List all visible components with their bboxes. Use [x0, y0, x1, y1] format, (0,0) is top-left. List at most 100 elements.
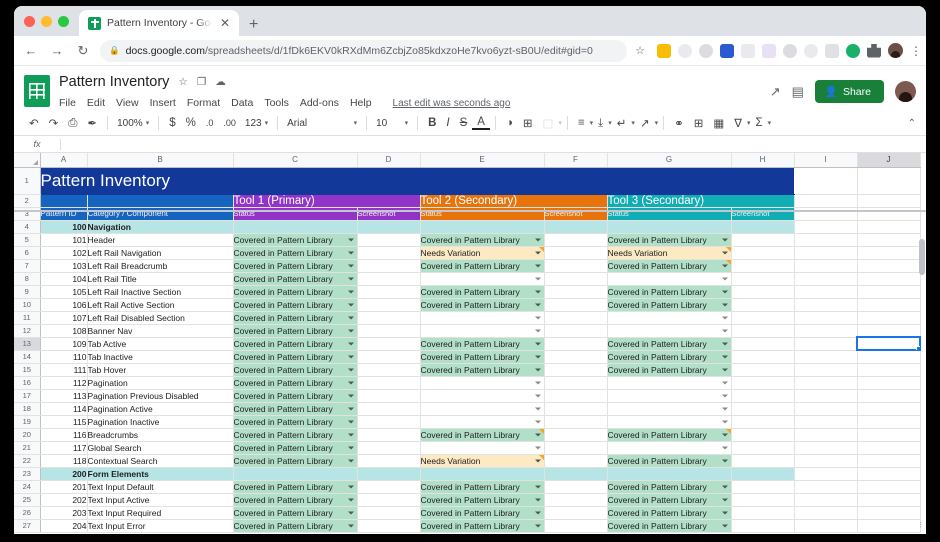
screenshot-cell-H7[interactable]	[731, 259, 795, 273]
screenshot-cell-H22[interactable]	[731, 454, 795, 468]
row-header-13[interactable]: 13	[14, 337, 41, 351]
cell-pattern-id-10[interactable]: 106	[40, 298, 88, 312]
dropdown-arrow-icon[interactable]	[534, 316, 541, 319]
screenshot-cell-D13[interactable]	[357, 337, 421, 351]
print-icon[interactable]: ⎙	[63, 117, 82, 130]
dropdown-arrow-icon[interactable]	[347, 316, 354, 319]
cell-component-name-16[interactable]: Pagination	[87, 376, 234, 390]
screenshot-cell-D19[interactable]	[357, 415, 421, 429]
row-header-1[interactable]: 1	[14, 167, 41, 195]
cell-component-name-6[interactable]: Left Rail Navigation	[87, 246, 234, 260]
cell-j22[interactable]	[857, 454, 921, 468]
cell-component-name-7[interactable]: Left Rail Breadcrumb	[87, 259, 234, 273]
dropdown-arrow-icon[interactable]	[347, 420, 354, 423]
menu-item-insert[interactable]: Insert	[150, 97, 176, 109]
status-cell-G11[interactable]	[607, 311, 732, 325]
dropdown-arrow-icon[interactable]	[721, 381, 728, 384]
status-cell-C10[interactable]: Covered in Pattern Library	[233, 298, 358, 312]
cell-i27[interactable]	[794, 519, 858, 533]
dropdown-arrow-icon[interactable]	[534, 368, 541, 371]
screenshot-cell-H10[interactable]	[731, 298, 795, 312]
screenshot-cell-H11[interactable]	[731, 311, 795, 325]
screenshot-cell-H20[interactable]	[731, 428, 795, 442]
dropdown-arrow-icon[interactable]	[721, 498, 728, 501]
status-cell-E8[interactable]	[420, 272, 545, 286]
screenshot-cell-D25[interactable]	[357, 493, 421, 507]
cell-i11[interactable]	[794, 311, 858, 325]
screenshot-cell-H24[interactable]	[731, 480, 795, 494]
cell-j3[interactable]	[857, 207, 921, 221]
cell-i16[interactable]	[794, 376, 858, 390]
screenshot-cell-D7[interactable]	[357, 259, 421, 273]
dropdown-arrow-icon[interactable]	[534, 459, 541, 462]
collapse-toolbar-icon[interactable]: ⌃	[908, 118, 916, 129]
dropdown-arrow-icon[interactable]	[347, 524, 354, 527]
status-cell-G26[interactable]: Covered in Pattern Library	[607, 506, 732, 520]
cell-component-name-21[interactable]: Global Search	[87, 441, 234, 455]
more-formats-selector[interactable]: 123 ▾	[241, 118, 272, 129]
cell-pattern-id-21[interactable]: 117	[40, 441, 88, 455]
dropdown-arrow-icon[interactable]	[534, 511, 541, 514]
status-cell-G17[interactable]	[607, 389, 732, 403]
row-header-11[interactable]: 11	[14, 311, 41, 325]
status-cell-C19[interactable]: Covered in Pattern Library	[233, 415, 358, 429]
cell-j16[interactable]	[857, 376, 921, 390]
cell-i10[interactable]	[794, 298, 858, 312]
cell-pattern-id-5[interactable]: 101	[40, 233, 88, 247]
status-cell-G12[interactable]	[607, 324, 732, 338]
cell-j11[interactable]	[857, 311, 921, 325]
cell-i5[interactable]	[794, 233, 858, 247]
column-header-h[interactable]: H	[731, 153, 795, 168]
cell-j5[interactable]	[857, 233, 921, 247]
screenshot-cell-D16[interactable]	[357, 376, 421, 390]
screenshot-cell-F14[interactable]	[544, 350, 608, 364]
screenshot-cell-H13[interactable]	[731, 337, 795, 351]
cell-component-name-9[interactable]: Left Rail Inactive Section	[87, 285, 234, 299]
account-avatar[interactable]	[895, 81, 916, 102]
browser-tab[interactable]: Pattern Inventory - Google She ✕	[79, 10, 239, 36]
row-header-24[interactable]: 24	[14, 480, 41, 494]
screenshot-cell-H8[interactable]	[731, 272, 795, 286]
status-cell-E25[interactable]: Covered in Pattern Library	[420, 493, 545, 507]
screenshot-cell-F11[interactable]	[544, 311, 608, 325]
dropdown-arrow-icon[interactable]	[347, 498, 354, 501]
row-header-7[interactable]: 7	[14, 259, 41, 273]
screenshot-cell-F21[interactable]	[544, 441, 608, 455]
status-cell-G19[interactable]	[607, 415, 732, 429]
text-color-button[interactable]: A	[472, 116, 490, 130]
status-cell-E24[interactable]: Covered in Pattern Library	[420, 480, 545, 494]
dropdown-arrow-icon[interactable]	[534, 342, 541, 345]
screenshot-cell-F24[interactable]	[544, 480, 608, 494]
dropdown-arrow-icon[interactable]	[721, 433, 728, 436]
status-cell-E18[interactable]	[420, 402, 545, 416]
screenshot-cell-F8[interactable]	[544, 272, 608, 286]
row-header-23[interactable]: 23	[14, 467, 41, 481]
cell-pattern-id-6[interactable]: 102	[40, 246, 88, 260]
dropdown-arrow-icon[interactable]	[721, 251, 728, 254]
row-header-6[interactable]: 6	[14, 246, 41, 260]
status-cell-G24[interactable]: Covered in Pattern Library	[607, 480, 732, 494]
status-cell-C4[interactable]	[233, 220, 358, 234]
screenshot-cell-H27[interactable]	[731, 519, 795, 533]
status-cell-E9[interactable]: Covered in Pattern Library	[420, 285, 545, 299]
status-cell-E15[interactable]: Covered in Pattern Library	[420, 363, 545, 377]
cell-pattern-id-7[interactable]: 103	[40, 259, 88, 273]
cell-j15[interactable]	[857, 363, 921, 377]
cell-pattern-id-18[interactable]: 114	[40, 402, 88, 416]
cell-component-name-5[interactable]: Header	[87, 233, 234, 247]
cell-a2[interactable]	[40, 194, 88, 208]
status-cell-G9[interactable]: Covered in Pattern Library	[607, 285, 732, 299]
status-cell-E20[interactable]: Covered in Pattern Library	[420, 428, 545, 442]
cell-j23[interactable]	[857, 467, 921, 481]
cell-j2[interactable]	[857, 194, 921, 208]
screenshot-cell-D8[interactable]	[357, 272, 421, 286]
back-icon[interactable]: ←	[22, 43, 40, 58]
extension-bookmark-icon[interactable]	[825, 43, 839, 58]
screenshot-cell-F16[interactable]	[544, 376, 608, 390]
row-header-22[interactable]: 22	[14, 454, 41, 468]
status-cell-E11[interactable]	[420, 311, 545, 325]
chevron-down-icon[interactable]: ▾	[768, 119, 772, 127]
cell-pattern-id-24[interactable]: 201	[40, 480, 88, 494]
dropdown-arrow-icon[interactable]	[347, 511, 354, 514]
screenshot-cell-H25[interactable]	[731, 493, 795, 507]
